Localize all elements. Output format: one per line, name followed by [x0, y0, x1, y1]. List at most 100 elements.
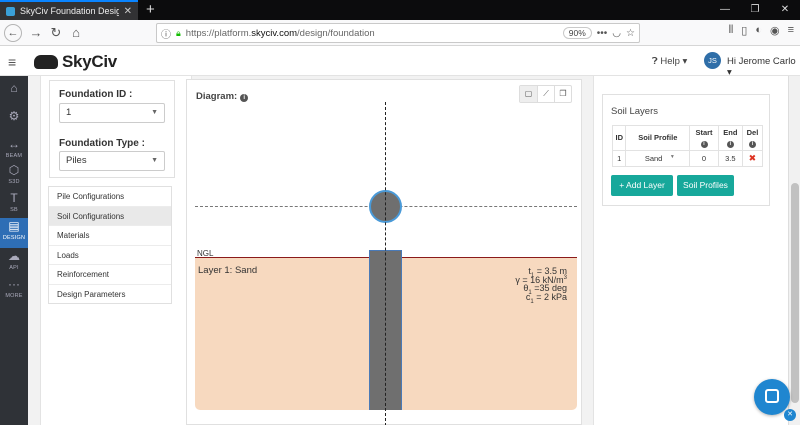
column-header-id: ID — [611, 125, 627, 151]
soil-layers-title: Soil Layers — [611, 106, 658, 117]
forward-icon[interactable]: → — [27, 24, 45, 42]
sidebar-item-more[interactable]: ··· MORE — [0, 276, 28, 306]
table-row: 1 Sand ▼ 0 3.5 ✖ — [611, 150, 764, 167]
ngl-label: NGL — [197, 249, 214, 258]
extension-icon[interactable]: ◐ — [755, 24, 762, 37]
layer-properties: t1 = 3.5 m γ = 16 kN/m3 θ1 =35 deg c1 = … — [515, 267, 567, 305]
column-header-soil-profile: Soil Profile — [625, 125, 691, 151]
avatar[interactable]: JS — [704, 52, 721, 69]
address-bar[interactable]: ⓘ 🔒︎ https://platform.skyciv.com/design/… — [156, 23, 640, 43]
row-end[interactable]: 3.5 — [717, 150, 743, 167]
sidebar-item-home[interactable]: ⌂ — [0, 80, 28, 110]
beam-icon: ↔ — [8, 137, 20, 151]
row-delete[interactable]: ✖ — [741, 150, 764, 167]
square-view-icon[interactable]: ▢ — [520, 86, 537, 102]
browser-tabbar: SkyCiv Foundation Design | Sky ✕ + — ❐ ✕ — [0, 0, 800, 20]
sidebar-item-s3d[interactable]: ⬡ S3D — [0, 162, 28, 192]
copy-icon[interactable]: ❐ — [554, 86, 571, 102]
cloud-logo-icon — [34, 55, 58, 69]
url-text[interactable]: https://platform.skyciv.com/design/found… — [186, 28, 558, 39]
main-content: Foundation ID : 1 ▼ Foundation Type : Pil… — [28, 76, 800, 425]
menu-item-pile-configurations[interactable]: Pile Configurations — [49, 187, 171, 207]
home-browser-icon[interactable]: ⌂ — [67, 24, 85, 42]
close-window-icon[interactable]: ✕ — [770, 0, 800, 20]
menu-icon[interactable]: ≡ — [788, 24, 794, 37]
app-sidebar: ⌂ ⚙ ↔ BEAM ⬡ S3D T SB ▤ DESIGN ☁ API ··· MORE — [0, 76, 28, 425]
zoom-level[interactable]: 90% — [562, 27, 592, 39]
section-icon: T — [10, 191, 18, 205]
skyciv-logo[interactable]: SkyCiv — [34, 52, 117, 72]
chart-view-icon[interactable]: ⟋ — [537, 86, 554, 102]
restore-icon[interactable]: ❐ — [740, 0, 770, 20]
info-icon[interactable]: i — [700, 141, 708, 148]
info-icon[interactable]: i — [726, 141, 734, 148]
close-chat-icon[interactable]: ✕ — [784, 409, 796, 421]
info-icon[interactable]: ⓘ — [161, 26, 171, 41]
vertical-centerline — [385, 102, 386, 425]
sidebar-toggle-icon[interactable]: ▯ — [741, 24, 747, 37]
row-profile-select[interactable]: Sand ▼ — [625, 150, 691, 167]
chevron-down-icon: ▼ — [151, 109, 158, 116]
menu-item-materials[interactable]: Materials — [49, 226, 171, 246]
menu-item-design-parameters[interactable]: Design Parameters — [49, 285, 171, 305]
page-actions-icon[interactable]: ••• — [597, 28, 608, 39]
diagram-title: Diagram: i — [196, 91, 249, 102]
foundation-id-select[interactable]: 1 ▼ — [59, 103, 165, 123]
column-header-del: Del i — [741, 125, 764, 151]
scrollbar[interactable] — [788, 76, 800, 425]
reload-icon[interactable]: ↻ — [47, 24, 65, 42]
menu-item-reinforcement[interactable]: Reinforcement — [49, 265, 171, 285]
row-start[interactable]: 0 — [689, 150, 719, 167]
sidebar-item-api[interactable]: ☁ API — [0, 248, 28, 278]
bookmark-star-icon[interactable]: ☆ — [626, 28, 635, 39]
browser-tab[interactable]: SkyCiv Foundation Design | Sky ✕ — [0, 0, 138, 20]
foundation-id-label: Foundation ID : — [59, 89, 133, 100]
diagram-panel: Diagram: i ▢ ⟋ ❐ NGL Layer 1: Sand t1 = 3… — [186, 79, 582, 425]
row-id: 1 — [611, 150, 627, 167]
chat-widget-button[interactable] — [754, 379, 790, 415]
back-icon[interactable]: ← — [4, 24, 22, 42]
info-icon[interactable]: i — [748, 141, 756, 148]
sidebar-item-design[interactable]: ▤ DESIGN — [0, 218, 28, 248]
delete-x-icon[interactable]: ✖ — [749, 153, 757, 163]
foundation-type-select[interactable]: Piles ▼ — [59, 151, 165, 171]
chevron-down-icon: ▼ — [669, 154, 675, 160]
scrollbar-thumb[interactable] — [791, 183, 799, 403]
left-panel: Foundation ID : 1 ▼ Foundation Type : Pil… — [40, 76, 192, 425]
app-header: ≡ SkyCiv ❓︎ Help ▾ JS Hi Jerome Carlo ▾ — [0, 47, 800, 78]
document-icon: ▤ — [8, 219, 20, 233]
sidebar-item-sb[interactable]: T SB — [0, 190, 28, 220]
config-menu: Pile Configurations Soil Configurations … — [48, 186, 172, 304]
gear-icon: ⚙ — [8, 109, 20, 123]
lock-icon: 🔒︎ — [176, 27, 181, 38]
window-controls: — ❐ ✕ — [710, 0, 800, 20]
help-menu[interactable]: ❓︎ Help ▾ — [652, 56, 687, 67]
cube-icon: ⬡ — [8, 163, 20, 177]
layer-name-label: Layer 1: Sand — [198, 265, 258, 276]
menu-item-soil-configurations[interactable]: Soil Configurations — [49, 206, 171, 226]
library-icon[interactable]: ⫴ — [729, 24, 734, 37]
sidebar-item-settings[interactable]: ⚙ — [0, 108, 28, 138]
menu-item-loads[interactable]: Loads — [49, 246, 171, 265]
new-tab-icon[interactable]: + — [146, 1, 155, 18]
close-tab-icon[interactable]: ✕ — [124, 6, 132, 17]
user-menu[interactable]: Hi Jerome Carlo ▾ — [727, 56, 800, 78]
hamburger-icon[interactable]: ≡ — [8, 54, 16, 70]
soil-profiles-button[interactable]: Soil Profiles — [677, 175, 734, 196]
column-header-end: End i — [717, 125, 743, 151]
info-icon[interactable]: i — [240, 94, 249, 102]
right-panel: Soil Layers ID Soil Profile Start i End i … — [593, 76, 800, 425]
layer-cohesion: c1 = 2 kPa — [525, 292, 567, 305]
soil-layers-table: ID Soil Profile Start i End i Del i 1 Sand ▼… — [611, 125, 764, 167]
home-icon: ⌂ — [10, 81, 18, 95]
foundation-type-label: Foundation Type : — [59, 138, 145, 149]
foundation-settings-card: Foundation ID : 1 ▼ Foundation Type : Pil… — [49, 80, 175, 178]
tab-title: SkyCiv Foundation Design | Sky — [20, 6, 119, 16]
add-layer-button[interactable]: + Add Layer — [611, 175, 673, 196]
browser-navbar: ← → ↻ ⌂ ⓘ 🔒︎ https://platform.skyciv.com… — [0, 20, 800, 46]
account-icon[interactable]: ◉ — [770, 24, 780, 37]
cloud-icon: ☁ — [8, 249, 20, 263]
minimize-icon[interactable]: — — [710, 0, 740, 20]
chevron-down-icon: ▼ — [151, 157, 158, 164]
pocket-icon[interactable]: ◡ — [612, 28, 621, 39]
